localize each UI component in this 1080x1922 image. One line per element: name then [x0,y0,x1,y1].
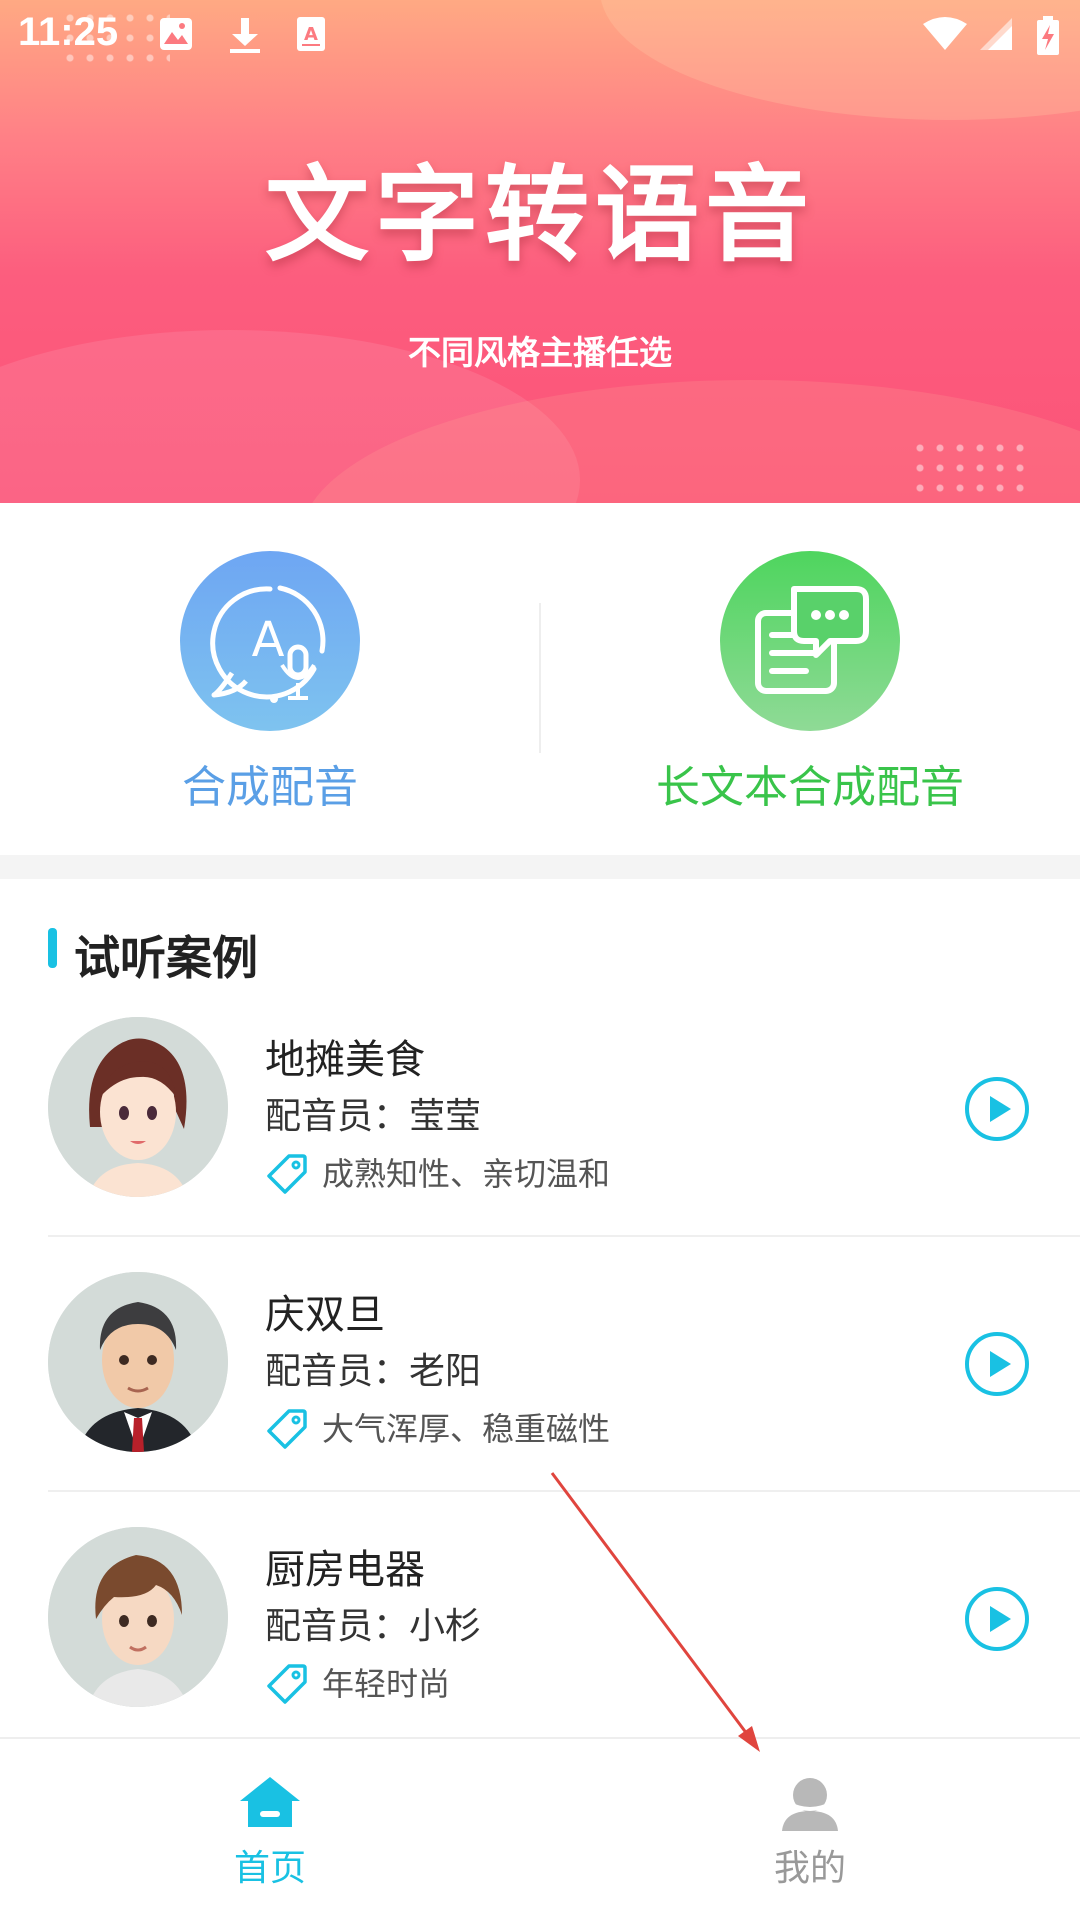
banner: 11:25 A 文字转语音 不同风格主播任选 [0,0,1080,503]
samples-section-title: 试听案例 [74,931,258,985]
battery-charging-icon [1036,16,1060,56]
speech-mic-icon: A [180,551,360,731]
font-icon: A [296,16,326,52]
banner-title: 文字转语音 [264,154,815,276]
wifi-icon [922,16,968,52]
tag-icon [267,1152,309,1198]
sample-title: 厨房电器 [265,1547,425,1593]
svg-text:A: A [252,612,285,668]
avatar [48,1527,228,1707]
play-button[interactable] [963,1330,1031,1398]
sample-tags: 年轻时尚 [322,1665,451,1703]
list-divider [48,1235,1080,1237]
feature-panel: A 合成配音 长文本合成配音 [0,503,1080,855]
list-divider [48,1490,1080,1492]
sample-voice-actor: 配音员：小杉 [265,1606,482,1647]
play-button[interactable] [963,1585,1031,1653]
long-text-dubbing-label: 长文本合成配音 [656,762,964,813]
image-icon [158,16,194,52]
section-accent-bar [48,928,57,968]
nav-mine[interactable]: 我的 [540,1739,1080,1922]
sample-item[interactable]: 庆双旦 配音员：老阳 大气浑厚、稳重磁性 [0,1272,1080,1527]
signal-icon [978,16,1014,52]
nav-home[interactable]: 首页 [0,1739,540,1922]
sample-title: 地摊美食 [265,1037,425,1083]
svg-text:A: A [304,24,318,45]
banner-subtitle: 不同风格主播任选 [408,333,672,372]
synthesize-dubbing-label: 合成配音 [182,762,358,813]
nav-mine-label: 我的 [773,1848,846,1889]
tag-icon [267,1407,309,1453]
nav-home-label: 首页 [233,1848,306,1889]
sample-tags: 成熟知性、亲切温和 [322,1155,611,1193]
user-icon [778,1775,842,1835]
avatar [48,1272,228,1452]
tag-icon [267,1662,309,1708]
sample-item[interactable]: 地摊美食 配音员：莹莹 成熟知性、亲切温和 [0,1017,1080,1272]
synthesize-dubbing-button[interactable]: A 合成配音 [0,551,540,841]
sample-voice-actor: 配音员：老阳 [265,1351,482,1392]
long-text-dubbing-button[interactable]: 长文本合成配音 [540,551,1080,841]
status-bar: 11:25 A [0,0,1080,70]
bottom-nav: 首页 我的 [0,1737,1080,1920]
download-icon [228,16,262,54]
chat-document-icon [720,551,900,731]
sample-voice-actor: 配音员：莹莹 [265,1096,482,1137]
play-button[interactable] [963,1075,1031,1143]
status-time: 11:25 [18,10,119,54]
sample-title: 庆双旦 [265,1292,385,1338]
home-icon [238,1775,302,1833]
sample-tags: 大气浑厚、稳重磁性 [322,1410,611,1448]
banner-dots [910,438,1030,502]
section-divider [0,855,1080,879]
avatar [48,1017,228,1197]
